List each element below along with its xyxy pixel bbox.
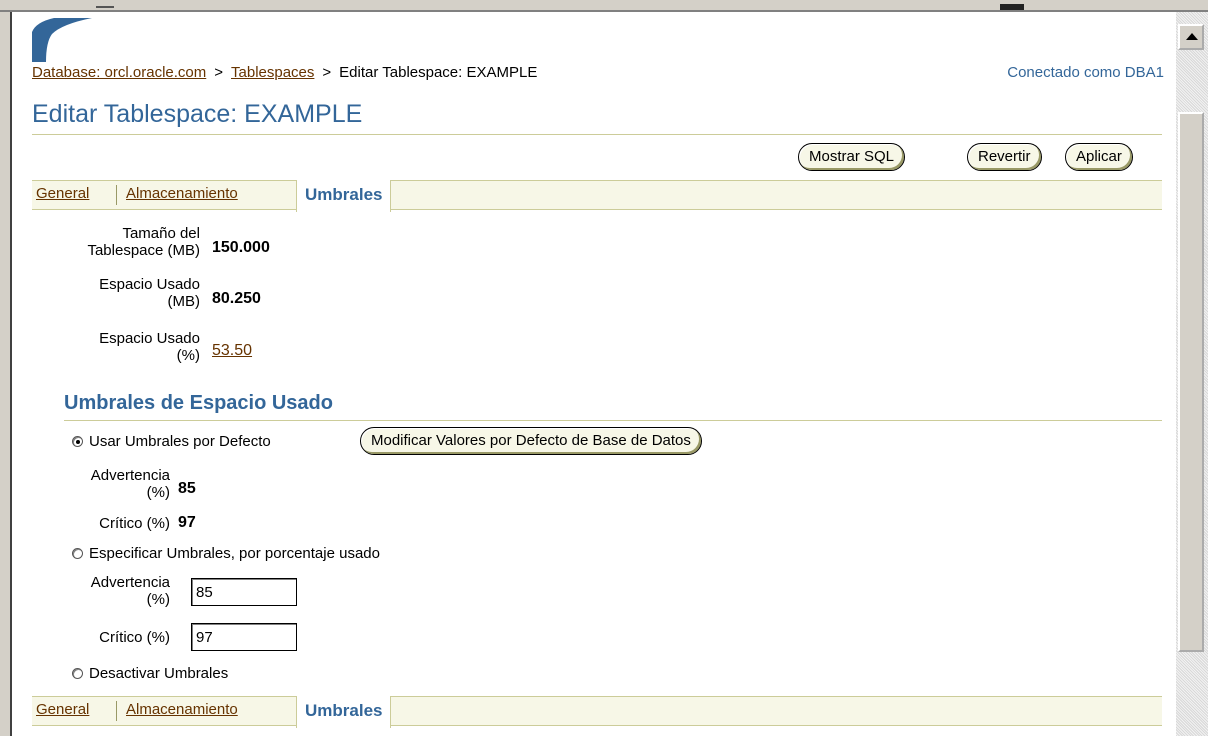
tab-general[interactable]: General [36, 185, 89, 202]
warning-input-label-line2: (%) [146, 591, 170, 608]
used-space-mb-label-line1: Espacio Usado [99, 276, 200, 293]
breadcrumb-separator: > [322, 64, 332, 81]
default-warning-label-line1: Advertencia [90, 467, 170, 484]
scrollbar-thumb[interactable] [1178, 112, 1204, 652]
radio-disable-label: Desactivar Umbrales [89, 665, 229, 682]
default-warning-label: Advertencia (%) [52, 467, 170, 501]
breadcrumb-tablespaces-link[interactable]: Tablespaces [231, 64, 314, 81]
radio-specify-label: Especificar Umbrales, por porcentaje usa… [89, 545, 380, 562]
used-space-mb-label-line2: (MB) [167, 293, 201, 310]
used-space-mb-value: 80.250 [212, 290, 261, 307]
tablespace-size-value: 150.000 [212, 239, 270, 256]
tab-umbrales-bottom[interactable]: Umbrales [296, 696, 392, 728]
tablespace-size-label-line2: Tablespace (MB) [87, 242, 200, 259]
revert-button[interactable]: Revertir [967, 143, 1042, 171]
radio-disable[interactable]: Desactivar Umbrales [72, 665, 228, 682]
page-content: Database: orcl.oracle.com > Tablespaces > Ed… [10, 12, 1176, 736]
connected-as-label: Conectado como DBA1 [1007, 64, 1164, 81]
modify-defaults-button[interactable]: Modificar Valores por Defecto de Base de… [360, 427, 702, 455]
toolbar-fragment [96, 6, 114, 8]
page-title: Editar Tablespace: EXAMPLE [32, 100, 363, 128]
apply-button[interactable]: Aplicar [1065, 143, 1133, 171]
tab-separator [116, 185, 117, 205]
section-title-thresholds: Umbrales de Espacio Usado [64, 392, 333, 414]
default-critical-value: 97 [178, 514, 196, 531]
radio-unchecked-icon[interactable] [72, 548, 83, 559]
used-space-pct-link[interactable]: 53.50 [212, 342, 252, 360]
toolbar-fragment-dark [1000, 4, 1024, 10]
radio-use-default[interactable]: Usar Umbrales por Defecto [72, 433, 271, 450]
window-left-border [0, 12, 10, 736]
oracle-swoosh-icon [32, 18, 92, 62]
radio-checked-icon[interactable] [72, 436, 83, 447]
radio-specify[interactable]: Especificar Umbrales, por porcentaje usa… [72, 545, 380, 562]
critical-input-label: Crítico (%) [99, 629, 170, 646]
tablespace-size-label-line1: Tamaño del [122, 225, 200, 242]
title-divider [32, 134, 1162, 135]
breadcrumb-current: Editar Tablespace: EXAMPLE [339, 64, 538, 81]
tab-umbrales[interactable]: Umbrales [296, 180, 392, 212]
breadcrumb: Database: orcl.oracle.com > Tablespaces > Ed… [32, 64, 537, 81]
default-warning-label-line2: (%) [146, 484, 170, 501]
breadcrumb-database-link[interactable]: Database: orcl.oracle.com [32, 64, 206, 81]
tablespace-size-label: Tamaño del Tablespace (MB) [32, 225, 200, 259]
warning-input-label: Advertencia (%) [52, 574, 170, 608]
tab-separator [116, 701, 117, 721]
used-space-pct-label: Espacio Usado (%) [32, 330, 200, 364]
radio-use-default-label: Usar Umbrales por Defecto [89, 433, 271, 450]
used-space-pct-label-line1: Espacio Usado [99, 330, 200, 347]
window-top-strip [0, 0, 1208, 12]
breadcrumb-separator: > [214, 64, 224, 81]
used-space-pct-label-line2: (%) [176, 347, 200, 364]
vertical-scrollbar[interactable] [1176, 12, 1208, 736]
radio-unchecked-icon[interactable] [72, 668, 83, 679]
warning-threshold-input[interactable] [191, 578, 297, 606]
tab-almacenamiento-bottom[interactable]: Almacenamiento [126, 701, 238, 718]
used-space-mb-label: Espacio Usado (MB) [32, 276, 200, 310]
show-sql-button[interactable]: Mostrar SQL [798, 143, 906, 171]
tab-bar-bottom: General Almacenamiento Umbrales [32, 696, 1162, 728]
tab-general-bottom[interactable]: General [36, 701, 89, 718]
scroll-up-arrow-icon[interactable] [1178, 24, 1204, 50]
section-divider [64, 420, 1162, 421]
warning-input-label-line1: Advertencia [90, 574, 170, 591]
tab-bar-top: General Almacenamiento Umbrales [32, 180, 1162, 212]
default-warning-value: 85 [178, 480, 196, 497]
default-critical-label: Crítico (%) [99, 515, 170, 532]
tab-almacenamiento[interactable]: Almacenamiento [126, 185, 238, 202]
critical-threshold-input[interactable] [191, 623, 297, 651]
